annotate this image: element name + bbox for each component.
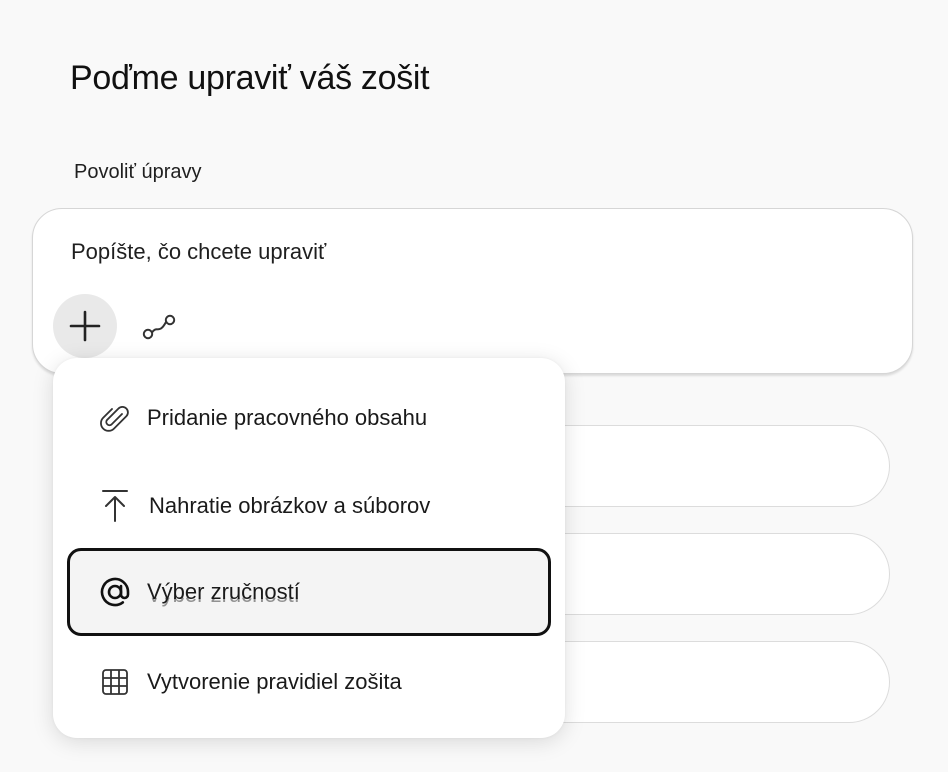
- suggestion-card[interactable]: [520, 425, 890, 507]
- paperclip-icon: [97, 400, 133, 436]
- suggestion-card[interactable]: [520, 533, 890, 615]
- section-label: Povoliť úpravy: [74, 161, 202, 183]
- flow-icon: [142, 314, 176, 340]
- suggestion-card[interactable]: [520, 641, 890, 723]
- menu-item-label: Vytvorenie pravidiel zošita: [147, 669, 402, 694]
- page-title: Poďme upraviť váš zošit: [70, 58, 430, 97]
- menu-item-label: Pridanie pracovného obsahu: [147, 405, 428, 430]
- add-menu: Pridanie pracovného obsahu Nahratie obrá…: [53, 358, 565, 738]
- flow-button[interactable]: [139, 307, 179, 347]
- menu-item-label: Nahratie obrázkov a súborov: [149, 493, 431, 518]
- menu-item-create-rules[interactable]: Vytvorenie pravidiel zošita: [67, 638, 551, 726]
- prompt-box: [32, 208, 913, 374]
- add-button[interactable]: [53, 294, 117, 358]
- grid-icon: [97, 664, 133, 700]
- menu-item-select-skills[interactable]: Výber zručností Výber zručností: [67, 548, 551, 636]
- menu-item-add-work-content[interactable]: Pridanie pracovného obsahu: [67, 374, 551, 462]
- prompt-input[interactable]: [71, 239, 851, 265]
- upload-icon: [97, 488, 133, 524]
- plus-icon: [69, 310, 101, 342]
- menu-item-upload-files[interactable]: Nahratie obrázkov a súborov: [67, 462, 551, 550]
- at-sign-icon: [97, 574, 133, 610]
